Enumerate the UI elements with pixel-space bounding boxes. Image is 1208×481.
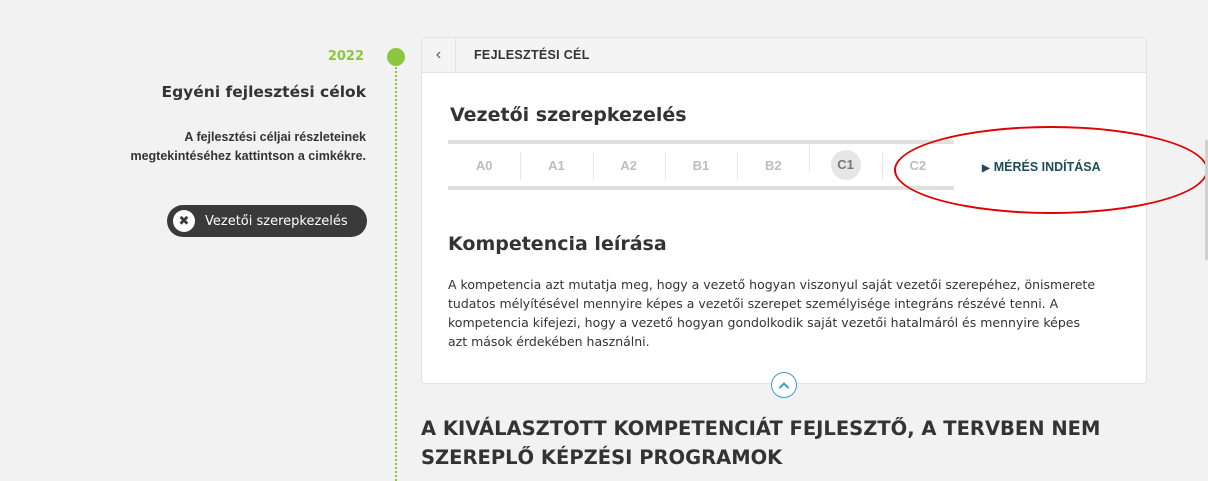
programs-title-line: A KIVÁLASZTOTT KOMPETENCIÁT FEJLESZTŐ, A… [421, 417, 1101, 440]
goal-tag-chip[interactable]: ✖ Vezetői szerepkezelés [167, 205, 367, 237]
level-label: A1 [548, 157, 565, 173]
remove-tag-icon[interactable]: ✖ [173, 210, 195, 232]
red-annotation-ellipse [894, 126, 1208, 214]
chevron-up-icon [779, 382, 789, 389]
back-button[interactable]: ‹ [422, 37, 456, 73]
description-title: Kompetencia leírása [448, 233, 667, 255]
goals-hint-line: A fejlesztési céljai részleteinek [184, 130, 366, 144]
year-label: 2022 [327, 49, 364, 64]
description-line: tudatos mélyítésével mennyire képes a ve… [448, 296, 1059, 311]
level-label: B1 [692, 157, 710, 173]
level-label: C1 [830, 150, 861, 180]
chevron-left-icon: ‹ [435, 46, 442, 63]
card-header: ‹ FEJLESZTÉSI CÉL [422, 37, 1146, 73]
goal-tag-label: Vezetői szerepkezelés [205, 213, 348, 229]
level-b2[interactable]: B2 [737, 151, 809, 180]
programs-title-line: SZEREPLŐ KÉPZÉSI PROGRAMOK [421, 446, 783, 469]
level-label: B2 [764, 157, 782, 173]
goals-title: Egyéni fejlesztési célok [161, 83, 366, 101]
level-selector: A0 A1 A2 B1 B2 C1 C2 [448, 140, 954, 190]
level-b1[interactable]: B1 [664, 151, 737, 180]
timeline-line [395, 64, 397, 481]
timeline-dot [387, 48, 405, 66]
collapse-button[interactable] [771, 372, 797, 398]
level-a0[interactable]: A0 [448, 158, 520, 173]
goals-hint: A fejlesztési céljai részleteinek megtek… [20, 128, 366, 166]
description-line: kompetencia kifejezi, hogy a vezető hogy… [448, 315, 1080, 330]
programs-section-title: A KIVÁLASZTOTT KOMPETENCIÁT FEJLESZTŐ, A… [421, 414, 1141, 472]
description-line: azt mások érdekében használni. [448, 334, 650, 349]
level-c1[interactable]: C1 [809, 144, 881, 180]
level-a1[interactable]: A1 [520, 151, 592, 180]
description-text: A kompetencia azt mutatja meg, hogy a ve… [448, 275, 1138, 351]
level-label: A2 [620, 157, 638, 173]
level-a2[interactable]: A2 [592, 151, 665, 180]
card-header-title: FEJLESZTÉSI CÉL [474, 48, 590, 62]
description-line: A kompetencia azt mutatja meg, hogy a ve… [448, 277, 1096, 292]
level-label: A0 [475, 157, 493, 173]
goals-hint-line: megtekintéséhez kattintson a cimkékre. [130, 149, 366, 163]
competency-title: Vezetői szerepkezelés [450, 104, 687, 126]
